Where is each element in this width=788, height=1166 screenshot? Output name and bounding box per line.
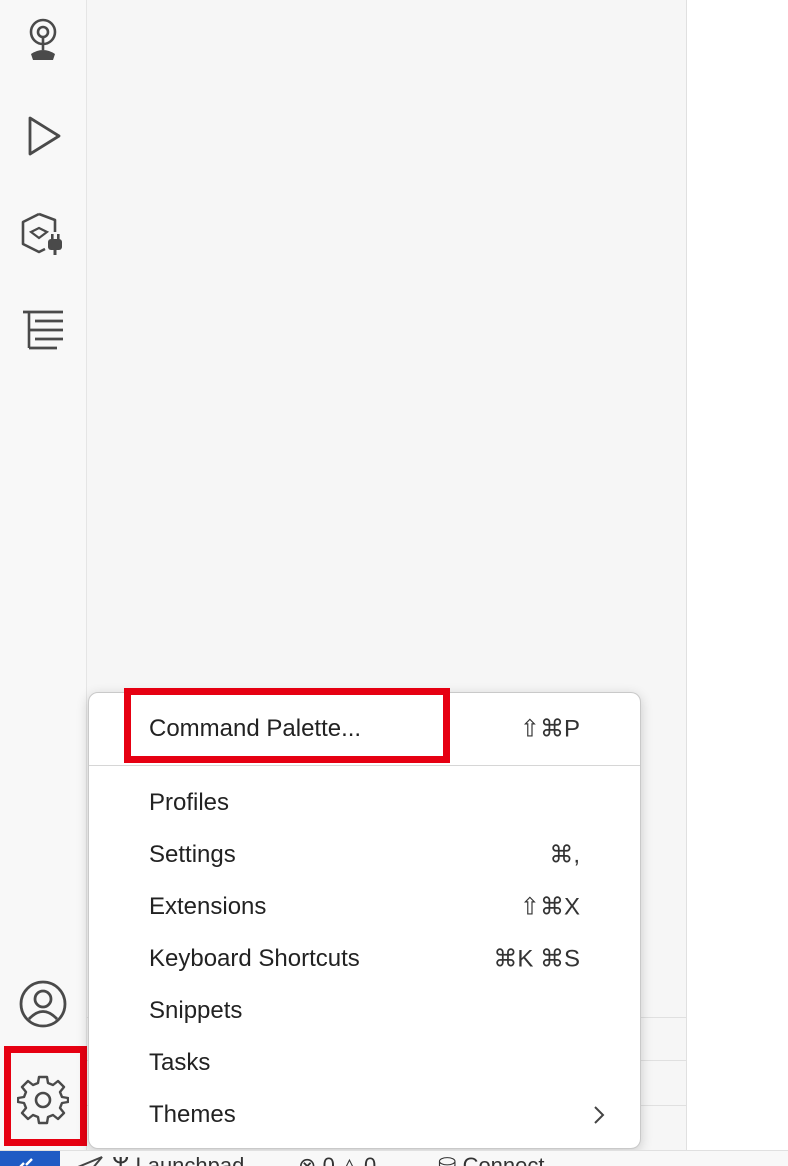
accounts-button[interactable] — [0, 964, 86, 1044]
menu-item-label: Extensions — [149, 893, 267, 920]
activity-bar — [0, 0, 87, 1150]
status-connect-label: Connect — [462, 1153, 545, 1166]
remote-icon — [19, 1158, 33, 1166]
extensions-icon — [21, 212, 62, 255]
error-icon: ⊗ — [298, 1153, 317, 1166]
status-branch-label: Launchpad — [135, 1153, 245, 1166]
app-window: Command Palette... ⇧⌘P Profiles Settings… — [0, 0, 788, 1166]
run-debug-icon — [28, 116, 61, 156]
menu-item-tasks[interactable]: Tasks — [89, 1037, 640, 1089]
extensions-button[interactable] — [0, 194, 86, 274]
remote-explorer-icon — [29, 18, 57, 60]
menu-item-label: Tasks — [149, 1049, 211, 1076]
menu-item-label: Snippets — [149, 997, 243, 1024]
outline-icon — [23, 310, 63, 350]
remote-explorer-button[interactable] — [0, 0, 86, 80]
accounts-icon — [19, 980, 67, 1028]
menu-item-shortcut: ⌘K ⌘S — [493, 945, 580, 973]
menu-item-keyboard-shortcuts[interactable]: Keyboard Shortcuts ⌘K ⌘S — [89, 933, 640, 985]
send-icon — [77, 1156, 103, 1166]
chevron-right-icon — [594, 1106, 605, 1124]
status-problems[interactable]: ⊗ 0 △ 0 — [298, 1155, 376, 1166]
menu-item-label: Keyboard Shortcuts — [149, 945, 360, 972]
menu-item-shortcut: ⇧⌘P — [519, 715, 580, 743]
database-icon: ⛁ — [438, 1153, 457, 1166]
menu-item-label: Settings — [149, 841, 236, 868]
status-connect[interactable]: ⛁ Connect — [438, 1155, 545, 1166]
status-warning-count: 0 — [363, 1153, 377, 1166]
menu-item-shortcut: ⇧⌘X — [519, 893, 580, 921]
menu-item-snippets[interactable]: Snippets — [89, 985, 640, 1037]
remote-indicator[interactable] — [0, 1151, 60, 1166]
menu-item-themes[interactable]: Themes — [89, 1089, 640, 1141]
warning-icon: △ — [340, 1153, 358, 1166]
menu-item-extensions[interactable]: Extensions ⇧⌘X — [89, 881, 640, 933]
status-branch[interactable]: ⵣ Launchpad — [112, 1155, 244, 1166]
menu-item-label: Profiles — [149, 789, 230, 816]
gear-highlight-box — [4, 1046, 87, 1146]
command-palette-highlight-box — [124, 688, 450, 763]
status-error-count: 0 — [322, 1153, 335, 1166]
outline-button[interactable] — [0, 290, 86, 370]
menu-item-settings[interactable]: Settings ⌘, — [89, 829, 640, 881]
editor-area — [687, 0, 788, 1150]
menu-item-shortcut: ⌘, — [549, 841, 580, 869]
run-debug-button[interactable] — [0, 96, 86, 176]
menu-item-label: Themes — [149, 1101, 236, 1128]
menu-separator — [89, 765, 640, 766]
branch-icon: ⵣ — [112, 1153, 130, 1166]
status-bar: ⵣ Launchpad ⊗ 0 △ 0 ⛁ Connect — [0, 1150, 788, 1166]
menu-item-profiles[interactable]: Profiles — [89, 777, 640, 829]
